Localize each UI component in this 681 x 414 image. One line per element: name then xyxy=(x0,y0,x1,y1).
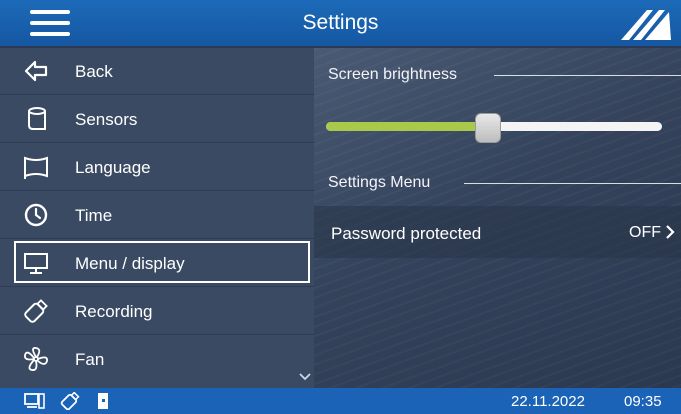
sidebar-item-sensors[interactable]: Sensors xyxy=(0,96,314,143)
section-divider xyxy=(464,183,681,184)
settings-sidebar: Back Sensors Language Time Menu / displa… xyxy=(0,48,314,388)
sidebar-item-time[interactable]: Time xyxy=(0,192,314,239)
section-divider xyxy=(494,75,681,76)
sd-card-icon xyxy=(98,393,108,409)
chevron-down-icon[interactable] xyxy=(298,372,312,381)
sidebar-item-recording[interactable]: Recording xyxy=(0,288,314,335)
password-protected-row[interactable]: Password protected OFF xyxy=(314,206,681,258)
brightness-thumb[interactable] xyxy=(475,113,502,143)
status-time: 09:35 xyxy=(624,393,662,410)
status-bar: 22.11.2022 09:35 xyxy=(0,388,681,414)
usb-stick-icon xyxy=(60,392,80,410)
fan-icon xyxy=(24,347,48,371)
sidebar-item-fan[interactable]: Fan xyxy=(0,336,314,382)
sidebar-item-label: Back xyxy=(75,62,113,81)
sidebar-item-label: Menu / display xyxy=(75,254,185,273)
sensors-icon xyxy=(28,107,46,130)
brightness-fill xyxy=(326,122,488,131)
back-arrow-icon xyxy=(24,60,48,82)
sidebar-item-label: Recording xyxy=(75,302,153,321)
brand-logo xyxy=(621,10,671,40)
sidebar-item-label: Sensors xyxy=(75,110,138,129)
status-date: 22.11.2022 xyxy=(511,393,585,410)
sidebar-item-back[interactable]: Back xyxy=(0,48,314,95)
monitor-icon xyxy=(24,253,48,274)
sidebar-item-label: Fan xyxy=(75,350,105,369)
sidebar-item-language[interactable]: Language xyxy=(0,144,314,191)
password-protected-value: OFF xyxy=(629,224,661,241)
page-title: Settings xyxy=(302,11,379,34)
sidebar-item-label: Language xyxy=(75,158,151,177)
brightness-heading: Screen brightness xyxy=(328,66,457,83)
flag-icon xyxy=(24,156,48,179)
chevron-right-icon xyxy=(666,225,675,239)
header-bar: Settings xyxy=(0,0,681,46)
password-protected-label: Password protected xyxy=(331,224,482,243)
usb-stick-icon xyxy=(24,299,48,323)
sidebar-item-label: Time xyxy=(75,206,113,225)
settings-menu-heading: Settings Menu xyxy=(328,174,431,191)
clock-icon xyxy=(24,203,48,227)
computer-icon xyxy=(24,393,45,409)
settings-content: Screen brightness Settings Menu Password… xyxy=(314,48,681,388)
sidebar-item-menu-display[interactable]: Menu / display xyxy=(0,240,314,287)
